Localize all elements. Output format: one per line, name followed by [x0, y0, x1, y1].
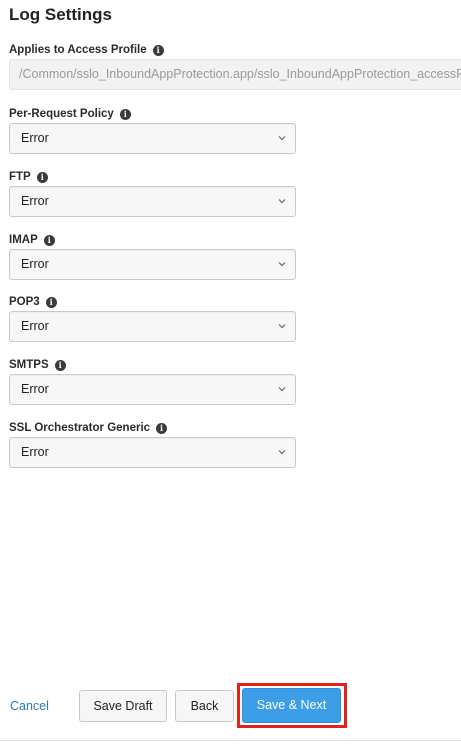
- pop3-label-row: POP3 i: [9, 296, 57, 308]
- pop3-value: Error: [21, 319, 49, 333]
- smtps-label-row: SMTPS i: [9, 359, 66, 371]
- chevron-down-icon: [278, 450, 286, 455]
- per-request-policy-select[interactable]: Error: [9, 123, 296, 154]
- save-and-next-button[interactable]: Save & Next: [242, 688, 341, 723]
- pop3-label: POP3: [9, 296, 40, 308]
- ssl-orchestrator-generic-label: SSL Orchestrator Generic: [9, 422, 151, 434]
- ftp-label: FTP: [9, 171, 31, 183]
- imap-label: IMAP: [9, 234, 38, 246]
- ftp-value: Error: [21, 194, 49, 208]
- save-draft-button[interactable]: Save Draft: [79, 690, 167, 722]
- footer-divider: [0, 740, 461, 741]
- chevron-down-icon: [278, 199, 286, 204]
- per-request-policy-label: Per-Request Policy: [9, 108, 114, 120]
- ssl-orchestrator-generic-select[interactable]: Error: [9, 437, 296, 468]
- smtps-label: SMTPS: [9, 359, 49, 371]
- info-icon[interactable]: i: [45, 296, 57, 308]
- info-icon[interactable]: i: [156, 422, 168, 434]
- imap-select[interactable]: Error: [9, 249, 296, 280]
- info-icon[interactable]: i: [54, 359, 66, 371]
- page-title: Log Settings: [9, 5, 112, 24]
- access-profile-field: /Common/sslo_InboundAppProtection.app/ss…: [9, 59, 461, 90]
- ssl-orchestrator-generic-value: Error: [21, 445, 49, 459]
- info-icon[interactable]: i: [152, 44, 164, 56]
- ftp-label-row: FTP i: [9, 171, 48, 183]
- access-profile-label-row: Applies to Access Profile i: [9, 44, 164, 56]
- cancel-link[interactable]: Cancel: [10, 699, 49, 713]
- chevron-down-icon: [278, 387, 286, 392]
- ftp-select[interactable]: Error: [9, 186, 296, 217]
- info-icon[interactable]: i: [36, 171, 48, 183]
- back-button[interactable]: Back: [175, 690, 234, 722]
- imap-label-row: IMAP i: [9, 234, 55, 246]
- smtps-select[interactable]: Error: [9, 374, 296, 405]
- chevron-down-icon: [278, 262, 286, 267]
- smtps-value: Error: [21, 382, 49, 396]
- imap-value: Error: [21, 257, 49, 271]
- per-request-policy-label-row: Per-Request Policy i: [9, 108, 131, 120]
- info-icon[interactable]: i: [119, 108, 131, 120]
- info-icon[interactable]: i: [43, 234, 55, 246]
- ssl-orchestrator-generic-label-row: SSL Orchestrator Generic i: [9, 422, 168, 434]
- chevron-down-icon: [278, 136, 286, 141]
- access-profile-label: Applies to Access Profile: [9, 44, 147, 56]
- chevron-down-icon: [278, 324, 286, 329]
- per-request-policy-value: Error: [21, 131, 49, 145]
- pop3-select[interactable]: Error: [9, 311, 296, 342]
